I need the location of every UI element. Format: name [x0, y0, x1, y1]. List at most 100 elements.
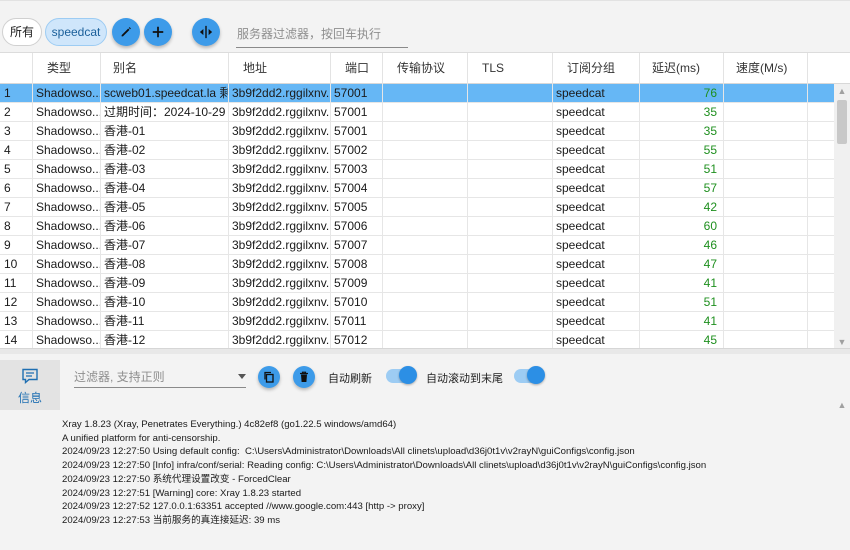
table-row[interactable]: 9 Shadowso... 香港-07 3b9f2dd2.rggilxnv... 570…	[0, 236, 834, 255]
cell-tls	[468, 312, 553, 330]
cell-proto	[383, 312, 468, 330]
add-group-button[interactable]	[144, 18, 172, 46]
auto-scroll-toggle[interactable]	[514, 366, 545, 384]
cell-proto	[383, 103, 468, 121]
col-header-address[interactable]: 地址	[229, 53, 331, 84]
table-row[interactable]: 3 Shadowso... 香港-01 3b9f2dd2.rggilxnv... 570…	[0, 122, 834, 141]
cell-alias: 香港-05	[101, 198, 229, 216]
col-header-transport[interactable]: 传输协议	[383, 53, 468, 84]
table-row[interactable]: 11 Shadowso... 香港-09 3b9f2dd2.rggilxnv... 57…	[0, 274, 834, 293]
cell-tls	[468, 84, 553, 102]
table-row[interactable]: 5 Shadowso... 香港-03 3b9f2dd2.rggilxnv... 570…	[0, 160, 834, 179]
cell-type: Shadowso...	[33, 236, 101, 254]
cell-proto	[383, 331, 468, 348]
cell-type: Shadowso...	[33, 103, 101, 121]
cell-idx: 2	[0, 103, 33, 121]
scroll-up-icon[interactable]: ▲	[834, 398, 850, 412]
cell-group: speedcat	[553, 84, 640, 102]
cell-tls	[468, 179, 553, 197]
table-row[interactable]: 14 Shadowso... 香港-12 3b9f2dd2.rggilxnv... 57…	[0, 331, 834, 348]
cell-group: speedcat	[553, 312, 640, 330]
cell-speed	[724, 293, 808, 311]
table-row[interactable]: 7 Shadowso... 香港-05 3b9f2dd2.rggilxnv... 570…	[0, 198, 834, 217]
cell-addr: 3b9f2dd2.rggilxnv...	[229, 198, 331, 216]
chevron-down-icon[interactable]	[238, 374, 246, 379]
cell-alias: scweb01.speedcat.la 剩...	[101, 84, 229, 102]
message-icon	[22, 368, 38, 385]
cell-group: speedcat	[553, 255, 640, 273]
col-header-type[interactable]: 类型	[33, 53, 101, 84]
table-vertical-scrollbar[interactable]: ▲ ▼	[834, 84, 850, 348]
cell-addr: 3b9f2dd2.rggilxnv...	[229, 274, 331, 292]
cell-proto	[383, 141, 468, 159]
scroll-up-icon[interactable]: ▲	[834, 84, 850, 98]
col-header-alias[interactable]: 别名	[101, 53, 229, 84]
scroll-down-icon[interactable]: ▼	[834, 335, 850, 348]
cell-idx: 14	[0, 331, 33, 348]
scrollbar-thumb[interactable]	[837, 100, 847, 144]
col-header-tls[interactable]: TLS	[468, 53, 553, 84]
copy-log-button[interactable]	[258, 366, 280, 388]
cell-type: Shadowso...	[33, 141, 101, 159]
cell-port: 57001	[331, 122, 383, 140]
table-row[interactable]: 1 Shadowso... scweb01.speedcat.la 剩... 3b9f…	[0, 84, 834, 103]
group-chip-all[interactable]: 所有	[2, 18, 42, 46]
cell-addr: 3b9f2dd2.rggilxnv...	[229, 84, 331, 102]
table-row[interactable]: 2 Shadowso... 过期时间：2024-10-29 3b9f2dd2.rggi…	[0, 103, 834, 122]
cell-speed	[724, 141, 808, 159]
cell-addr: 3b9f2dd2.rggilxnv...	[229, 103, 331, 121]
cell-type: Shadowso...	[33, 274, 101, 292]
cell-group: speedcat	[553, 293, 640, 311]
cell-addr: 3b9f2dd2.rggilxnv...	[229, 141, 331, 159]
log-filter-input[interactable]	[74, 366, 246, 388]
table-row[interactable]: 8 Shadowso... 香港-06 3b9f2dd2.rggilxnv... 570…	[0, 217, 834, 236]
col-header-port[interactable]: 端口	[331, 53, 383, 84]
clear-log-button[interactable]	[293, 366, 315, 388]
col-header-delay[interactable]: 延迟(ms)	[640, 53, 724, 84]
cell-tls	[468, 217, 553, 235]
copy-icon	[264, 371, 274, 383]
cell-delay: 46	[640, 236, 724, 254]
move-horizontal-icon	[199, 25, 213, 39]
auto-refresh-toggle[interactable]	[386, 366, 417, 384]
log-line: 2024/09/23 12:27:50 Using default config…	[62, 446, 635, 458]
server-filter-input[interactable]	[236, 20, 408, 48]
cell-proto	[383, 293, 468, 311]
table-row[interactable]: 6 Shadowso... 香港-04 3b9f2dd2.rggilxnv... 570…	[0, 179, 834, 198]
log-pane: 自动刷新 自动滚动到末尾 ▲ Xray 1.8.23 (Xray, Penetr…	[60, 354, 850, 550]
col-header-index[interactable]	[0, 53, 33, 84]
cell-type: Shadowso...	[33, 179, 101, 197]
col-header-speed[interactable]: 速度(M/s)	[724, 53, 808, 84]
cell-tls	[468, 103, 553, 121]
auto-scroll-label: 自动滚动到末尾	[426, 373, 503, 385]
cell-addr: 3b9f2dd2.rggilxnv...	[229, 179, 331, 197]
table-row[interactable]: 10 Shadowso... 香港-08 3b9f2dd2.rggilxnv... 57…	[0, 255, 834, 274]
cell-port: 57012	[331, 331, 383, 348]
log-line: A unified platform for anti-censorship.	[62, 432, 221, 444]
cell-proto	[383, 217, 468, 235]
cell-type: Shadowso...	[33, 331, 101, 348]
log-vertical-scrollbar[interactable]: ▲	[834, 398, 850, 550]
group-chip-speedcat[interactable]: speedcat	[45, 18, 107, 46]
toolbar: 所有 speedcat	[0, 0, 850, 52]
cell-proto	[383, 179, 468, 197]
edit-group-button[interactable]	[112, 18, 140, 46]
log-line: 2024/09/23 12:27:50 系统代理设置改变 - ForcedCle…	[62, 473, 291, 485]
cell-delay: 35	[640, 103, 724, 121]
cell-delay: 76	[640, 84, 724, 102]
col-header-subscription-group[interactable]: 订阅分组	[553, 53, 640, 84]
cell-group: speedcat	[553, 141, 640, 159]
cell-port: 57010	[331, 293, 383, 311]
cell-proto	[383, 236, 468, 254]
top-divider	[0, 0, 850, 1]
cell-speed	[724, 179, 808, 197]
table-row[interactable]: 13 Shadowso... 香港-11 3b9f2dd2.rggilxnv... 57…	[0, 312, 834, 331]
table-row[interactable]: 12 Shadowso... 香港-10 3b9f2dd2.rggilxnv... 57…	[0, 293, 834, 312]
cell-port: 57002	[331, 141, 383, 159]
cell-port: 57004	[331, 179, 383, 197]
table-row[interactable]: 4 Shadowso... 香港-02 3b9f2dd2.rggilxnv... 570…	[0, 141, 834, 160]
nav-item-info[interactable]: 信息	[0, 360, 60, 410]
cell-alias: 香港-09	[101, 274, 229, 292]
move-servers-button[interactable]	[192, 18, 220, 46]
cell-speed	[724, 312, 808, 330]
